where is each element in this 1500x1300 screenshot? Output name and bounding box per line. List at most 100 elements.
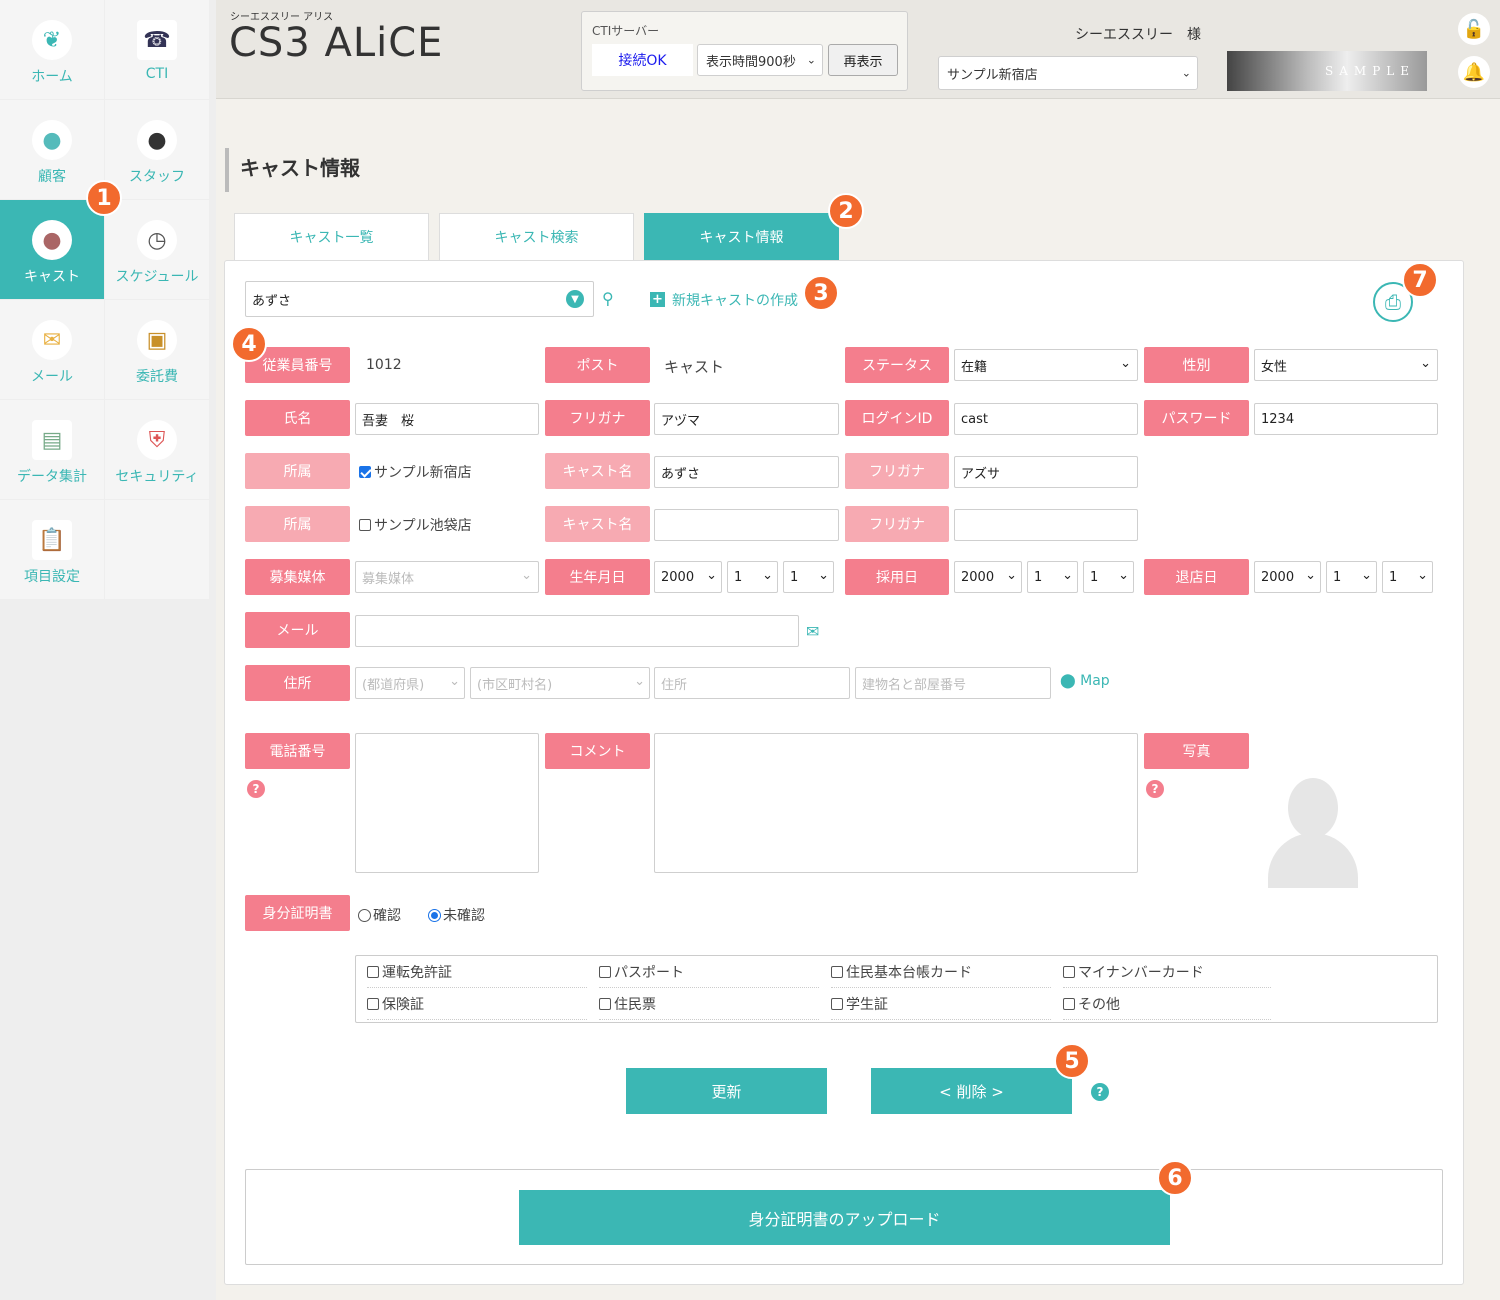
leave-year-select[interactable]: 2000 ⌄ bbox=[1254, 561, 1321, 593]
id-type-item[interactable]: パスポート bbox=[599, 962, 819, 988]
prefecture-select[interactable]: (都道府県) ⌄ bbox=[355, 667, 465, 699]
mail-input[interactable] bbox=[355, 615, 799, 647]
birth-day-select[interactable]: 1 ⌄ bbox=[783, 561, 834, 593]
status-select[interactable]: 在籍 ⌄ bbox=[954, 349, 1138, 381]
map-link[interactable]: ⬤ Map bbox=[1060, 673, 1110, 689]
step-badge: 5 bbox=[1054, 1043, 1090, 1079]
password-input[interactable]: 1234 bbox=[1254, 403, 1438, 435]
cast-icon: ● bbox=[32, 220, 72, 260]
affiliation-shinjuku[interactable]: サンプル新宿店 bbox=[359, 462, 472, 482]
media-select[interactable]: 募集媒体 ⌄ bbox=[355, 561, 539, 593]
birth-month-select[interactable]: 1 ⌄ bbox=[727, 561, 778, 593]
birth-year-select[interactable]: 2000 ⌄ bbox=[654, 561, 722, 593]
id-type-item[interactable]: 住民基本台帳カード bbox=[831, 962, 1051, 988]
affiliation-ikebukuro[interactable]: サンプル池袋店 bbox=[359, 515, 472, 535]
gender-select[interactable]: 女性 ⌄ bbox=[1254, 349, 1438, 381]
title-accent bbox=[225, 148, 229, 192]
radio[interactable] bbox=[358, 909, 371, 922]
tab-cast-list[interactable]: キャスト一覧 bbox=[234, 213, 429, 260]
search-icon[interactable]: ⚲ bbox=[602, 289, 614, 308]
comment-textarea[interactable] bbox=[654, 733, 1138, 873]
chevron-down-icon: ⌄ bbox=[449, 674, 460, 689]
id-type-item[interactable]: マイナンバーカード bbox=[1063, 962, 1271, 988]
gender-label: 性別 bbox=[1144, 347, 1249, 383]
user-name: シーエススリー 様 bbox=[1075, 27, 1201, 43]
radio-selected[interactable] bbox=[428, 909, 441, 922]
sidebar-item-mail[interactable]: ✉ メール bbox=[0, 300, 104, 399]
cast-name-input-2[interactable] bbox=[654, 509, 839, 541]
sidebar-item-cti[interactable]: ☎ CTI bbox=[105, 0, 209, 99]
chevron-down-icon: ⌄ bbox=[521, 568, 532, 583]
sidebar-empty bbox=[105, 500, 209, 599]
affiliation-label-2: 所属 bbox=[245, 506, 350, 542]
building-input[interactable]: 建物名と部屋番号 bbox=[855, 667, 1051, 699]
id-type-item[interactable]: 住民票 bbox=[599, 994, 819, 1020]
phone-textarea[interactable] bbox=[355, 733, 539, 873]
post-value: キャスト bbox=[664, 358, 725, 376]
map-pin-icon: ⬤ bbox=[1060, 673, 1076, 689]
unlock-icon[interactable]: 🔓 bbox=[1458, 13, 1490, 45]
help-icon[interactable]: ? bbox=[247, 780, 265, 798]
tab-cast-info[interactable]: キャスト情報 bbox=[644, 213, 839, 260]
leave-day-select[interactable]: 1 ⌄ bbox=[1382, 561, 1433, 593]
id-confirmed-radio[interactable]: 確認 bbox=[358, 905, 401, 925]
sidebar-item-data[interactable]: ▤ データ集計 bbox=[0, 400, 104, 499]
app-title: CS3 ALiCE bbox=[229, 20, 444, 66]
checkbox[interactable] bbox=[359, 519, 371, 531]
sidebar-item-cast[interactable]: ● キャスト bbox=[0, 200, 104, 299]
address-input[interactable]: 住所 bbox=[654, 667, 850, 699]
refresh-button[interactable]: 再表示 bbox=[828, 44, 898, 76]
dropdown-icon[interactable]: ▼ bbox=[566, 290, 584, 308]
cast-search-input[interactable]: あずさ bbox=[245, 281, 594, 317]
home-icon: ❦ bbox=[32, 20, 72, 60]
bell-icon[interactable]: 🔔 bbox=[1458, 56, 1490, 88]
sidebar-item-security[interactable]: ⛨ セキュリティ bbox=[105, 400, 209, 499]
checkbox-checked[interactable] bbox=[359, 466, 371, 478]
club-banner: SAMPLE bbox=[1227, 51, 1427, 91]
cast-kana-input-2[interactable] bbox=[954, 509, 1138, 541]
affiliation-label: 所属 bbox=[245, 453, 350, 489]
cast-name-input[interactable]: あずさ bbox=[654, 456, 839, 488]
chevron-down-icon: ⌄ bbox=[1006, 568, 1017, 583]
sidebar-item-customer[interactable]: ● 顧客 bbox=[0, 100, 104, 199]
envelope-icon[interactable]: ✉ bbox=[806, 622, 819, 641]
update-button[interactable]: 更新 bbox=[626, 1068, 827, 1114]
cast-name-label-2: キャスト名 bbox=[545, 506, 650, 542]
chevron-down-icon: ⌄ bbox=[762, 568, 773, 583]
tab-cast-search[interactable]: キャスト検索 bbox=[439, 213, 634, 260]
sidebar-item-settings[interactable]: 📋 項目設定 bbox=[0, 500, 104, 599]
chevron-down-icon: ⌄ bbox=[806, 53, 816, 67]
hire-month-select[interactable]: 1 ⌄ bbox=[1027, 561, 1078, 593]
help-icon[interactable]: ? bbox=[1146, 780, 1164, 798]
display-time-select[interactable]: 表示時間900秒 ⌄ bbox=[697, 44, 823, 76]
sidebar-item-fee[interactable]: ▣ 委託費 bbox=[105, 300, 209, 399]
id-type-item[interactable]: 学生証 bbox=[831, 994, 1051, 1020]
sidebar-item-schedule[interactable]: ◷ スケジュール bbox=[105, 200, 209, 299]
sidebar-item-staff[interactable]: ● スタッフ bbox=[105, 100, 209, 199]
id-type-item[interactable]: 保険証 bbox=[367, 994, 587, 1020]
login-input[interactable]: cast bbox=[954, 403, 1138, 435]
plus-icon[interactable]: + bbox=[650, 292, 665, 307]
step-badge: 3 bbox=[803, 275, 839, 311]
store-select[interactable]: サンプル新宿店 ⌄ bbox=[938, 56, 1198, 90]
furigana-input[interactable]: アヅマ bbox=[654, 403, 839, 435]
help-icon[interactable]: ? bbox=[1091, 1083, 1109, 1101]
delete-button[interactable]: < 削除 > bbox=[871, 1068, 1072, 1114]
id-doc-label: 身分証明書 bbox=[245, 895, 350, 931]
shield-icon: ⛨ bbox=[137, 420, 177, 460]
leave-month-select[interactable]: 1 ⌄ bbox=[1326, 561, 1377, 593]
sidebar-item-home[interactable]: ❦ ホーム bbox=[0, 0, 104, 99]
new-cast-link[interactable]: 新規キャストの作成 bbox=[672, 290, 798, 310]
upload-id-button[interactable]: 身分証明書のアップロード bbox=[519, 1190, 1170, 1245]
id-unconfirmed-radio[interactable]: 未確認 bbox=[428, 905, 485, 925]
id-type-item[interactable]: 運転免許証 bbox=[367, 962, 587, 988]
id-type-item[interactable]: その他 bbox=[1063, 994, 1271, 1020]
hire-day-select[interactable]: 1 ⌄ bbox=[1083, 561, 1134, 593]
cast-kana-input[interactable]: アズサ bbox=[954, 456, 1138, 488]
chevron-down-icon: ⌄ bbox=[1417, 568, 1428, 583]
avatar-placeholder-icon[interactable] bbox=[1268, 778, 1358, 888]
photo-label: 写真 bbox=[1144, 733, 1249, 769]
name-input[interactable]: 吾妻 桜 bbox=[355, 403, 539, 435]
hire-year-select[interactable]: 2000 ⌄ bbox=[954, 561, 1022, 593]
city-select[interactable]: (市区町村名) ⌄ bbox=[470, 667, 650, 699]
